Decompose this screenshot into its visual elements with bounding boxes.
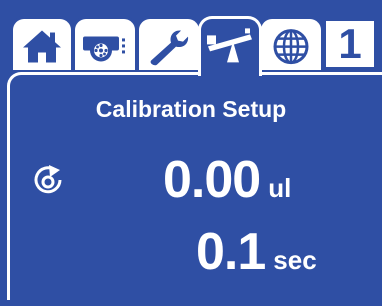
tab-home[interactable] [10,16,74,70]
volume-unit: ul [268,173,292,203]
time-readout[interactable]: 0.1 sec [196,222,317,282]
volume-readout[interactable]: 0.00 ul [163,150,291,210]
calibration-scale-icon [207,27,252,62]
wrench-icon [150,29,189,65]
page-number: 1 [326,20,374,67]
time-unit: sec [273,245,317,275]
time-value: 0.1 [196,223,266,281]
pump-head-icon [83,35,125,61]
screen-title: Calibration Setup [95,96,287,122]
tab-calibration[interactable] [198,16,262,76]
home-icon [23,30,61,63]
globe-icon [273,28,309,64]
tab-settings[interactable] [136,16,202,70]
tab-language[interactable] [258,16,324,70]
tab-pump[interactable] [72,16,138,70]
volume-value: 0.00 [163,151,261,209]
cycle-icon [34,165,62,194]
